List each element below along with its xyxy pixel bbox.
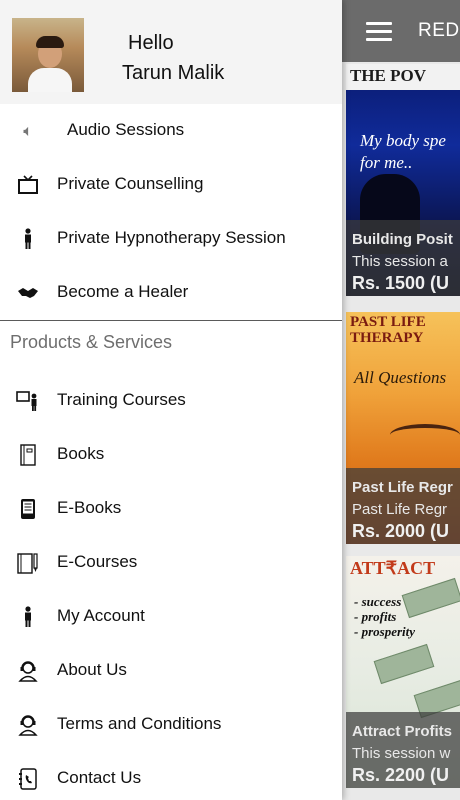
menu-item-label: Contact Us: [57, 768, 142, 787]
section-title: Products & Services: [10, 332, 173, 352]
menu-item-label: My Account: [57, 606, 145, 625]
menu-item-label: E-Books: [57, 498, 122, 517]
drawer-header: Hello Tarun Malik: [0, 0, 342, 104]
session-card-3[interactable]: ATT₹ACT - success - profits - prosperity…: [346, 556, 460, 788]
menu-item-become-healer[interactable]: Become a Healer: [0, 266, 342, 320]
navigation-drawer: Hello Tarun Malik 🔈︎ Audio Sessions Priv…: [0, 0, 342, 800]
card-image-headline: THE POV: [350, 66, 427, 85]
menu-item-private-hypnotherapy[interactable]: Private Hypnotherapy Session: [0, 212, 342, 266]
speaker-icon: 🔈︎: [23, 121, 33, 140]
menu-item-label: Private Counselling: [57, 174, 204, 193]
ebook-reader-icon: [16, 497, 40, 521]
menu-item-audio-sessions[interactable]: 🔈︎ Audio Sessions: [0, 104, 342, 158]
card-subtitle: Past Life Regr: [352, 501, 448, 518]
handshake-icon: [16, 281, 40, 305]
menu-item-label: Training Courses: [57, 390, 186, 409]
card-title: Past Life Regr: [352, 479, 453, 496]
card-title: Attract Profits: [352, 723, 453, 740]
menu-item-ebooks[interactable]: E-Books: [0, 482, 342, 536]
presenter-icon: [16, 389, 40, 413]
ecourse-icon: [16, 551, 40, 575]
menu-item-my-account[interactable]: My Account: [0, 590, 342, 644]
card-image-headline: PAST LIFE THERAPY: [350, 314, 426, 346]
avatar[interactable]: [12, 18, 84, 92]
person-icon: [16, 605, 40, 629]
book-icon: [16, 443, 40, 467]
person-icon: [16, 227, 40, 251]
greeting-text: Hello: [128, 32, 174, 54]
card-image-headline: ATT₹ACT: [350, 558, 436, 578]
menu-item-label: About Us: [57, 660, 127, 679]
menu-item-label: Private Hypnotherapy Session: [57, 228, 286, 247]
menu-item-label: Become a Healer: [57, 282, 189, 301]
contact-book-icon: [16, 767, 40, 791]
menu-item-label: Terms and Conditions: [57, 714, 222, 733]
card-image-caption: My body spe for me..: [360, 131, 446, 172]
menu-item-private-counselling[interactable]: Private Counselling: [0, 158, 342, 212]
tv-icon: [16, 173, 40, 197]
section-divider: [0, 320, 342, 321]
card-title: Building Posit: [352, 231, 453, 248]
menu-item-contact-us[interactable]: Contact Us: [0, 752, 342, 800]
session-card-1[interactable]: THE POV My body spe for me.. Building Po…: [346, 64, 460, 296]
menu-item-about-us[interactable]: About Us: [0, 644, 342, 698]
menu-item-label: E-Courses: [57, 552, 138, 571]
card-price: Rs. 1500 (U: [352, 273, 450, 293]
menu-item-terms-conditions[interactable]: Terms and Conditions: [0, 698, 342, 752]
card-price: Rs. 2200 (U: [352, 765, 450, 785]
menu-icon[interactable]: [366, 22, 392, 42]
menu-item-label: Books: [57, 444, 105, 463]
app-title: REDC: [418, 20, 460, 41]
menu-item-ecourses[interactable]: E-Courses: [0, 536, 342, 590]
user-name: Tarun Malik: [122, 62, 225, 84]
menu-item-training-courses[interactable]: Training Courses: [0, 374, 342, 428]
bird-silhouette: [390, 424, 460, 446]
app-bar: REDC: [342, 0, 460, 62]
menu-item-books[interactable]: Books: [0, 428, 342, 482]
card-subtitle: This session a: [352, 253, 448, 270]
card-subtitle: This session w: [352, 745, 451, 762]
support-agent-icon: [16, 713, 40, 737]
support-agent-icon: [16, 659, 40, 683]
card-price: Rs. 2000 (U: [352, 521, 450, 541]
session-card-2[interactable]: PAST LIFE THERAPY All Questions Past Lif…: [346, 312, 460, 544]
main-screen: REDC THE POV My body spe for me.. Buildi…: [342, 0, 460, 800]
menu-item-label: Audio Sessions: [67, 120, 185, 139]
card-image-caption: All Questions: [354, 368, 447, 387]
